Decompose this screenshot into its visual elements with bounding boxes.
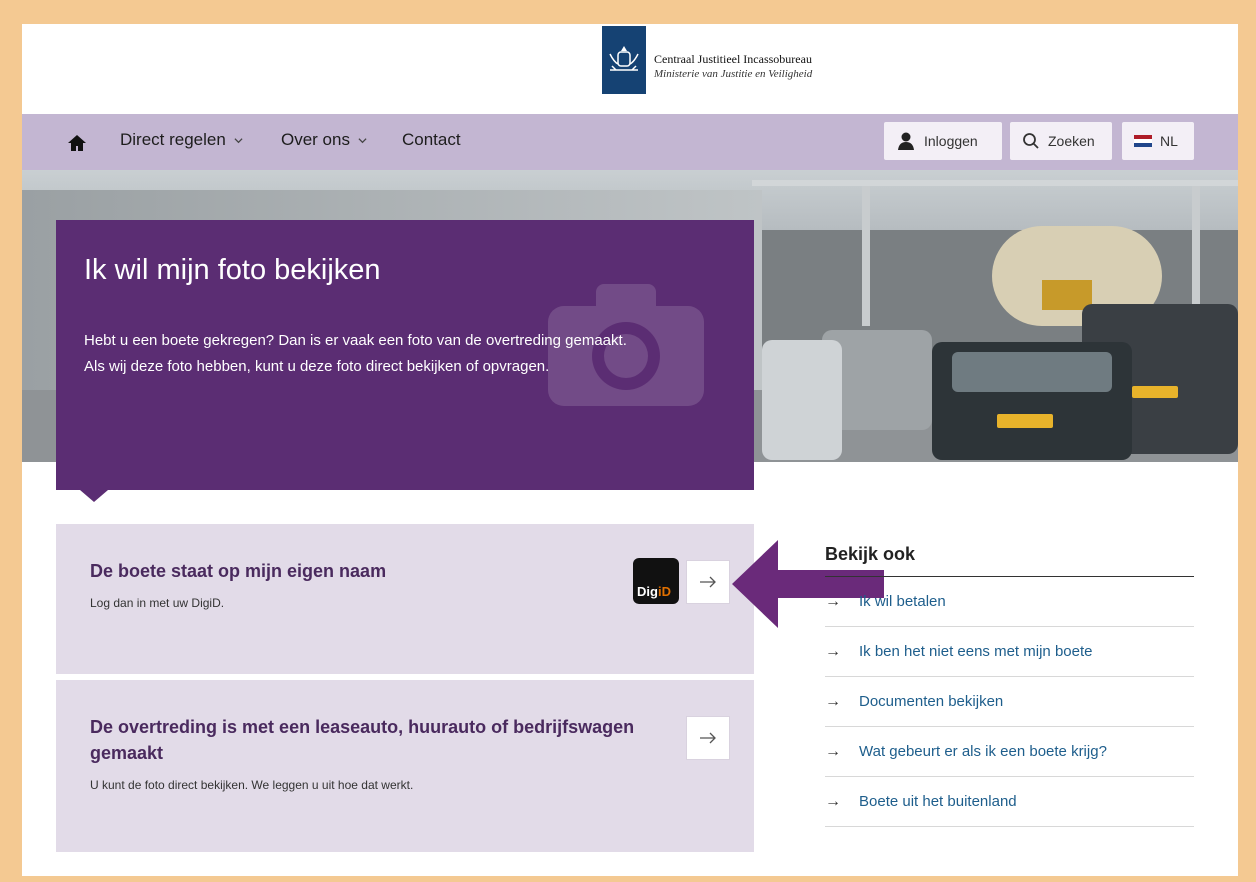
arrow-right-icon: → bbox=[825, 792, 841, 810]
ministry-name: Ministerie van Justitie en Veiligheid bbox=[654, 68, 813, 80]
chevron-down-icon bbox=[234, 137, 243, 143]
related-link-label: Wat gebeurt er als ik een boete krijg? bbox=[859, 743, 1107, 760]
related-link-buitenland[interactable]: → Boete uit het buitenland bbox=[825, 777, 1194, 827]
login-button[interactable]: Inloggen bbox=[884, 122, 1002, 160]
language-label: NL bbox=[1160, 133, 1178, 149]
arrow-right-icon: → bbox=[825, 742, 841, 760]
main-navigation: Direct regelen Over ons Contact Inloggen… bbox=[22, 114, 1238, 170]
coat-of-arms-icon bbox=[609, 46, 639, 71]
chevron-down-icon bbox=[358, 137, 367, 143]
arrow-right-icon: → bbox=[825, 692, 841, 710]
nav-item-label: Contact bbox=[402, 130, 461, 149]
arrow-right-icon bbox=[700, 576, 716, 588]
arrow-right-icon: → bbox=[825, 592, 841, 610]
site-header: Centraal Justitieel Incassobureau Minist… bbox=[22, 24, 1238, 114]
related-links: → Ik wil betalen → Ik ben het niet eens … bbox=[825, 577, 1194, 827]
nav-contact[interactable]: Contact bbox=[402, 130, 461, 150]
nav-item-label: Over ons bbox=[281, 130, 350, 149]
user-icon bbox=[898, 132, 914, 150]
go-arrow-button[interactable] bbox=[686, 716, 730, 760]
card-title: De overtreding is met een leaseauto, huu… bbox=[90, 717, 635, 763]
related-link-label: Ik wil betalen bbox=[859, 593, 946, 610]
arrow-right-icon bbox=[700, 732, 716, 744]
nav-direct-regelen[interactable]: Direct regelen bbox=[120, 130, 243, 150]
hero-panel: Ik wil mijn foto bekijken Hebt u een boe… bbox=[56, 220, 754, 490]
search-label: Zoeken bbox=[1048, 133, 1095, 149]
hero-description: Hebt u een boete gekregen? Dan is er vaa… bbox=[84, 332, 627, 375]
card-title: De boete staat op mijn eigen naam bbox=[90, 561, 387, 581]
related-link-bezwaar[interactable]: → Ik ben het niet eens met mijn boete bbox=[825, 627, 1194, 677]
digid-logo-left: Dig bbox=[637, 584, 658, 599]
related-link-label: Documenten bekijken bbox=[859, 693, 1004, 710]
go-arrow-button[interactable] bbox=[686, 560, 730, 604]
page-title: Ik wil mijn foto bekijken bbox=[84, 254, 381, 286]
dutch-flag-icon bbox=[1134, 135, 1152, 147]
option-card-own-name[interactable]: De boete staat op mijn eigen naam Log da… bbox=[56, 524, 754, 674]
card-subtitle: Log dan in met uw DigiD. bbox=[90, 596, 225, 610]
card-subtitle: U kunt de foto direct bekijken. We legge… bbox=[90, 778, 414, 792]
option-card-lease-car[interactable]: De overtreding is met een leaseauto, huu… bbox=[56, 680, 754, 852]
page-frame: Centraal Justitieel Incassobureau Minist… bbox=[22, 24, 1238, 876]
sidebar-title: Bekijk ook bbox=[825, 544, 916, 564]
related-link-betalen[interactable]: → Ik wil betalen bbox=[825, 577, 1194, 627]
home-icon[interactable] bbox=[66, 132, 88, 154]
nav-item-label: Direct regelen bbox=[120, 130, 226, 149]
search-icon bbox=[1023, 133, 1039, 149]
related-link-wat-gebeurt[interactable]: → Wat gebeurt er als ik een boete krijg? bbox=[825, 727, 1194, 777]
login-label: Inloggen bbox=[924, 133, 978, 149]
digid-logo: DigiD bbox=[633, 558, 679, 604]
hero-pointer bbox=[80, 490, 108, 502]
related-link-label: Boete uit het buitenland bbox=[859, 793, 1017, 810]
arrow-right-icon: → bbox=[825, 642, 841, 660]
related-link-label: Ik ben het niet eens met mijn boete bbox=[859, 643, 1093, 660]
nav-over-ons[interactable]: Over ons bbox=[281, 130, 367, 150]
digid-logo-right: iD bbox=[657, 584, 671, 599]
language-button[interactable]: NL bbox=[1122, 122, 1194, 160]
government-logo[interactable] bbox=[602, 26, 646, 94]
related-link-documenten[interactable]: → Documenten bekijken bbox=[825, 677, 1194, 727]
search-button[interactable]: Zoeken bbox=[1010, 122, 1112, 160]
organization-name: Centraal Justitieel Incassobureau bbox=[654, 52, 812, 66]
